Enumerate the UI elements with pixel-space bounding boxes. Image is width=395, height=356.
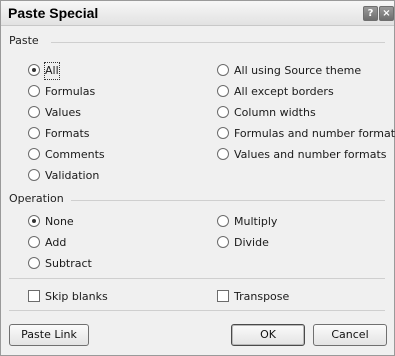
checkbox-label: Skip blanks [45,290,108,303]
radio-button[interactable] [28,148,40,160]
radio-button[interactable] [28,215,40,227]
help-icon[interactable]: ? [363,6,378,21]
radio-label: Validation [45,169,100,182]
radio-button[interactable] [217,64,229,76]
radio-label: Comments [45,148,105,161]
radio-button[interactable] [28,85,40,97]
title-bar: Paste Special ? × [1,1,394,26]
radio-label: None [45,215,74,228]
operation-heading: Operation [9,192,64,205]
operation-heading-rule [71,200,385,201]
radio-label: Values [45,106,81,119]
radio-button[interactable] [217,106,229,118]
paste-special-dialog: Paste Special ? × Paste All Formulas Val… [0,0,395,356]
divider [9,310,385,311]
dialog-title: Paste Special [8,5,99,21]
checkbox[interactable] [28,290,40,302]
radio-label: Formats [45,127,90,140]
radio-button[interactable] [28,127,40,139]
radio-label: Add [45,236,67,249]
checkbox-label: Transpose [234,290,290,303]
radio-selected-dot [32,68,36,72]
close-icon[interactable]: × [379,6,394,21]
radio-button[interactable] [217,127,229,139]
paste-group: Paste [9,34,39,47]
paste-heading: Paste [9,34,39,47]
radio-button[interactable] [217,85,229,97]
radio-label: All [44,62,60,80]
radio-label: Column widths [234,106,316,119]
radio-button[interactable] [28,169,40,181]
radio-button[interactable] [28,236,40,248]
radio-label: Multiply [234,215,278,228]
radio-label: Divide [234,236,269,249]
radio-button[interactable] [217,148,229,160]
radio-label: Subtract [45,257,92,270]
operation-group: Operation [9,192,64,205]
radio-button[interactable] [28,257,40,269]
ok-button[interactable]: OK [231,324,305,346]
radio-button[interactable] [217,236,229,248]
radio-selected-dot [32,219,36,223]
radio-label: All except borders [234,85,334,98]
divider [9,278,385,279]
cancel-button[interactable]: Cancel [313,324,387,346]
checkbox[interactable] [217,290,229,302]
paste-heading-rule [51,42,385,43]
radio-label: Formulas [45,85,96,98]
radio-button[interactable] [28,64,40,76]
radio-button[interactable] [28,106,40,118]
radio-label: All using Source theme [234,64,362,77]
radio-label: Formulas and number formats [234,127,395,140]
paste-link-button[interactable]: Paste Link [9,324,89,346]
radio-button[interactable] [217,215,229,227]
radio-label: Values and number formats [234,148,387,161]
